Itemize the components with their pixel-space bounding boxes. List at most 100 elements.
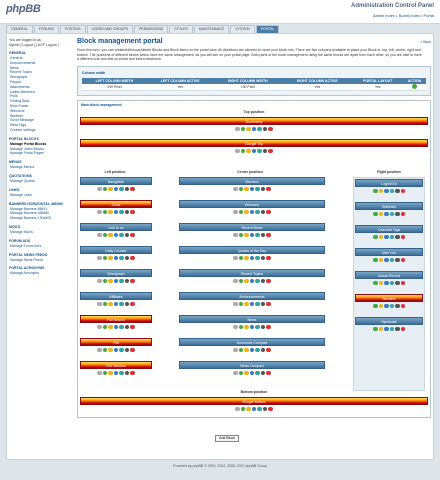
lock-icon[interactable] <box>260 186 266 192</box>
enable-icon[interactable] <box>238 209 244 215</box>
delete-icon[interactable] <box>130 370 135 376</box>
delete-icon[interactable] <box>130 209 135 215</box>
delete-icon[interactable] <box>266 301 271 307</box>
lock-icon[interactable] <box>260 232 266 238</box>
lock-icon[interactable] <box>260 209 266 215</box>
lock-icon[interactable] <box>395 234 400 240</box>
move-icon[interactable] <box>113 370 119 376</box>
move-icon[interactable] <box>249 255 255 261</box>
edit-icon[interactable] <box>244 370 249 376</box>
edit-icon[interactable] <box>244 186 249 192</box>
edit-column-width-icon[interactable] <box>411 84 417 90</box>
settings-icon[interactable] <box>389 280 394 286</box>
lock-icon[interactable] <box>124 370 130 376</box>
delete-icon[interactable] <box>130 324 135 330</box>
tab-permissions[interactable]: PERMISSIONS <box>134 25 169 33</box>
lock-icon[interactable] <box>124 324 130 330</box>
edit-icon[interactable] <box>246 406 251 412</box>
settings-icon[interactable] <box>119 347 124 353</box>
delete-icon[interactable] <box>130 347 135 353</box>
settings-icon[interactable] <box>255 324 260 330</box>
tab-maintenance[interactable]: MAINTENANCE <box>193 25 230 33</box>
move-icon[interactable] <box>249 324 255 330</box>
delete-icon[interactable] <box>130 255 135 261</box>
move-icon[interactable] <box>251 406 257 412</box>
move-icon[interactable] <box>251 148 257 154</box>
move-icon[interactable] <box>384 303 389 309</box>
block-title[interactable]: News Compact <box>179 361 325 369</box>
edit-icon[interactable] <box>108 232 113 238</box>
settings-icon[interactable] <box>119 324 124 330</box>
delete-icon[interactable] <box>400 188 405 194</box>
lock-icon[interactable] <box>260 301 266 307</box>
tab-general[interactable]: GENERAL <box>6 25 33 33</box>
edit-icon[interactable] <box>108 370 113 376</box>
lock-icon[interactable] <box>395 326 400 332</box>
move-icon[interactable] <box>249 186 255 192</box>
edit-icon[interactable] <box>108 186 113 192</box>
settings-icon[interactable] <box>255 232 260 238</box>
edit-icon[interactable] <box>244 209 249 215</box>
sidebar-item[interactable]: Manage Portal Pages <box>9 151 73 156</box>
edit-icon[interactable] <box>244 301 249 307</box>
block-title[interactable]: Statistics <box>355 202 423 210</box>
move-icon[interactable] <box>251 126 257 132</box>
edit-icon[interactable] <box>378 211 383 217</box>
move-up-icon[interactable] <box>97 255 102 261</box>
acp-header-links[interactable]: Admin index • Board index • Portal <box>373 13 434 18</box>
move-up-icon[interactable] <box>233 209 238 215</box>
move-icon[interactable] <box>113 278 119 284</box>
sidebar-item[interactable]: Manage Forum Ad's <box>9 244 73 249</box>
edit-icon[interactable] <box>108 324 113 330</box>
sidebar-item[interactable]: Counter settings <box>9 128 73 133</box>
enable-icon[interactable] <box>238 324 244 330</box>
move-up-icon[interactable] <box>97 232 102 238</box>
delete-icon[interactable] <box>266 347 271 353</box>
edit-icon[interactable] <box>378 303 383 309</box>
settings-icon[interactable] <box>257 406 262 412</box>
lock-icon[interactable] <box>262 126 268 132</box>
block-title[interactable]: Daily Counter <box>80 246 152 254</box>
lock-icon[interactable] <box>395 211 400 217</box>
edit-icon[interactable] <box>378 326 383 332</box>
move-icon[interactable] <box>249 370 255 376</box>
settings-icon[interactable] <box>389 303 394 309</box>
block-title[interactable]: Welcome <box>179 200 325 208</box>
enable-icon[interactable] <box>240 148 246 154</box>
tab-users-and-groups[interactable]: USERS AND GROUPS <box>86 25 134 33</box>
block-title[interactable]: Calendar Tags <box>355 225 423 233</box>
edit-icon[interactable] <box>246 126 251 132</box>
delete-icon[interactable] <box>266 255 271 261</box>
move-up-icon[interactable] <box>233 278 238 284</box>
delete-icon[interactable] <box>266 278 271 284</box>
edit-icon[interactable] <box>244 232 249 238</box>
edit-icon[interactable] <box>244 347 249 353</box>
lock-icon[interactable] <box>395 303 400 309</box>
move-icon[interactable] <box>113 324 119 330</box>
move-icon[interactable] <box>384 326 389 332</box>
move-icon[interactable] <box>249 347 255 353</box>
settings-icon[interactable] <box>389 234 394 240</box>
settings-icon[interactable] <box>257 126 262 132</box>
lock-icon[interactable] <box>395 280 400 286</box>
block-title[interactable]: Banners <box>179 177 325 185</box>
move-up-icon[interactable] <box>233 324 238 330</box>
move-icon[interactable] <box>384 188 389 194</box>
lock-icon[interactable] <box>124 347 130 353</box>
enable-icon[interactable] <box>102 370 108 376</box>
delete-icon[interactable] <box>266 370 271 376</box>
block-title[interactable]: Navigation <box>80 177 152 185</box>
delete-icon[interactable] <box>268 126 273 132</box>
delete-icon[interactable] <box>266 209 271 215</box>
move-icon[interactable] <box>113 347 119 353</box>
block-title[interactable]: Banners <box>355 294 423 302</box>
lock-icon[interactable] <box>124 255 130 261</box>
delete-icon[interactable] <box>130 301 135 307</box>
lock-icon[interactable] <box>262 406 268 412</box>
edit-icon[interactable] <box>378 188 383 194</box>
settings-icon[interactable] <box>119 232 124 238</box>
add-block-button[interactable]: Add Block <box>215 435 239 442</box>
block-title[interactable]: Recent News <box>179 223 325 231</box>
edit-icon[interactable] <box>244 324 249 330</box>
move-up-icon[interactable] <box>233 347 238 353</box>
